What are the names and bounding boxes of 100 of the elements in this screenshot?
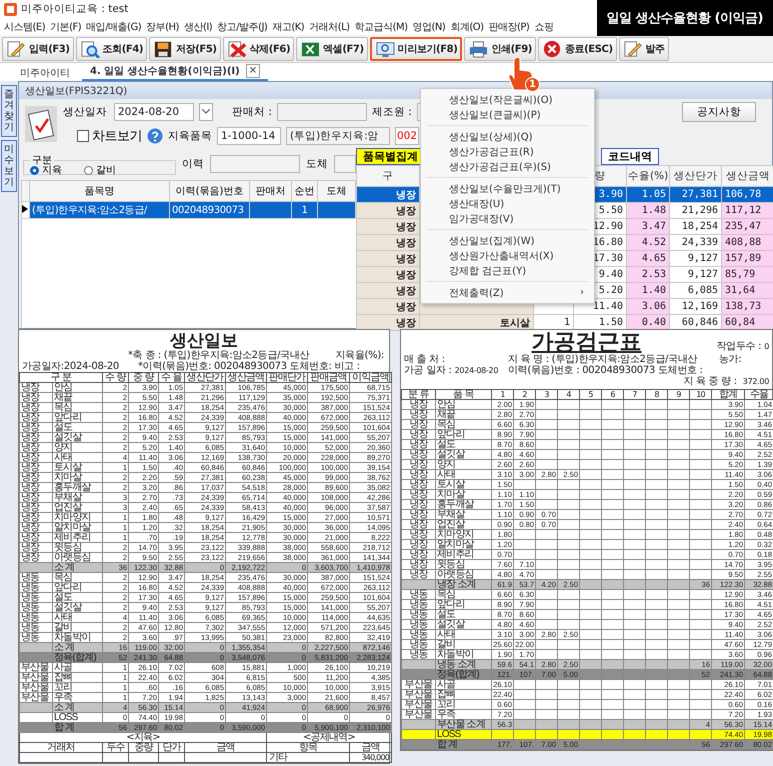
- weight-label: 지 육 중 량 :: [683, 376, 737, 386]
- table-cell[interactable]: 1.48: [626, 202, 670, 218]
- table-cell[interactable]: 6,085: [670, 282, 722, 298]
- side-tab[interactable]: 즐겨찾기: [1, 85, 17, 137]
- column-header: 구: [356, 166, 420, 186]
- menu-item[interactable]: 재고(K): [272, 20, 304, 34]
- column-header: 단가: [158, 742, 184, 752]
- notice-button[interactable]: 공지사항: [682, 102, 756, 122]
- table-cell[interactable]: 1.05: [626, 186, 670, 202]
- menu-item[interactable]: 기본(F): [50, 20, 82, 34]
- toolbar-button[interactable]: 조회(F4): [76, 36, 148, 60]
- table-cell: 기타: [266, 752, 350, 762]
- menu-item[interactable]: 장부(H): [146, 20, 179, 34]
- code-field[interactable]: 002: [395, 126, 419, 145]
- pencil-paper-icon: [622, 40, 643, 58]
- table-cell[interactable]: 27,381: [670, 186, 722, 202]
- table-cell[interactable]: 9,127: [670, 250, 722, 266]
- history-field[interactable]: [210, 155, 300, 173]
- menu-item[interactable]: 회계(O): [450, 20, 484, 34]
- date-field[interactable]: 2024-08-20: [114, 102, 194, 121]
- table-cell[interactable]: 85,79: [722, 266, 773, 282]
- printer-icon: [468, 40, 488, 58]
- column-header: 순번: [292, 180, 318, 202]
- table-cell[interactable]: 117,12: [722, 202, 773, 218]
- toolbar-button[interactable]: 엑셀(F7): [296, 36, 368, 60]
- toolbar-button[interactable]: 미리보기(F8): [370, 36, 462, 60]
- toolbar-button[interactable]: 인쇄(F9): [464, 36, 536, 60]
- menu-item[interactable]: 판매장(P): [488, 20, 530, 34]
- clipboard-icon: [25, 106, 57, 142]
- table-cell[interactable]: 2.53: [626, 266, 670, 282]
- menu-item[interactable]: 매입/매출(G): [86, 20, 142, 34]
- close-icon[interactable]: ×: [246, 64, 260, 78]
- toolbar-button[interactable]: 입력(F3): [2, 36, 74, 60]
- table-cell[interactable]: 18,254: [670, 218, 722, 234]
- table-cell: 합 계: [52, 722, 102, 732]
- menu-item[interactable]: 생산일보(큰글씨)(P): [421, 107, 594, 122]
- table-cell[interactable]: 4.65: [626, 250, 670, 266]
- table-cell[interactable]: 4.52: [626, 234, 670, 250]
- column-header: 구 분: [20, 372, 102, 382]
- table-cell[interactable]: 냉장: [356, 266, 420, 282]
- item-name-field[interactable]: (투입)한우지육:암: [286, 126, 390, 145]
- table-cell[interactable]: 냉장: [356, 218, 420, 234]
- field-label: 판매처 :: [232, 104, 272, 119]
- table-cell[interactable]: 24,339: [670, 234, 722, 250]
- tab[interactable]: 미주아이티: [12, 65, 78, 81]
- table-cell[interactable]: 21,296: [670, 202, 722, 218]
- table-cell[interactable]: 9,127: [670, 266, 722, 282]
- toolbar-button[interactable]: 삭제(F6): [222, 36, 294, 60]
- menu-item[interactable]: 생산일보(상세)(Q): [421, 129, 594, 144]
- table-cell[interactable]: 106,78: [722, 186, 773, 202]
- table-cell[interactable]: (투입)한우지육:암소2등급/: [30, 202, 170, 218]
- menu-item[interactable]: 학교급식(M): [354, 20, 408, 34]
- menu-item[interactable]: 시스템(E): [4, 20, 46, 34]
- date-label: 가공 일자 :: [404, 366, 452, 376]
- table-cell[interactable]: 157,89: [722, 250, 773, 266]
- table-cell[interactable]: 냉장: [356, 234, 420, 250]
- menu-item[interactable]: 생산(I): [184, 20, 212, 34]
- column-header: 도체: [318, 180, 356, 202]
- menu-item[interactable]: 창고/발주(J): [217, 20, 268, 34]
- field-label: 생산일자: [63, 104, 108, 119]
- table-cell[interactable]: 냉장: [356, 298, 420, 314]
- close-icon: [542, 40, 562, 58]
- table-cell[interactable]: 1.40: [626, 282, 670, 298]
- seller-field[interactable]: [276, 102, 367, 121]
- toolbar-button[interactable]: 종료(ESC): [538, 36, 617, 60]
- table-cell[interactable]: 31,64: [722, 282, 773, 298]
- column-header: 판매처: [250, 180, 292, 202]
- radio-option[interactable]: 갈비: [84, 163, 116, 177]
- column-header: 중량: [128, 742, 158, 752]
- table-cell[interactable]: 408,88: [722, 234, 773, 250]
- tab[interactable]: 코드내역: [601, 148, 659, 165]
- chart-checkbox[interactable]: 차트보기: [77, 126, 142, 145]
- carcass-field[interactable]: [334, 155, 356, 173]
- preview-icon: [374, 40, 395, 58]
- menu-item[interactable]: 쇼핑: [534, 20, 554, 34]
- column-header: 생산금액: [722, 166, 773, 186]
- table-cell[interactable]: 002048930073: [170, 202, 250, 218]
- report-title: 생산일보: [170, 330, 238, 350]
- table-cell[interactable]: 냉장: [356, 250, 420, 266]
- item-code-field[interactable]: 1-1000-14: [217, 126, 281, 145]
- table-cell[interactable]: 138,73: [722, 298, 773, 314]
- dropdown-button[interactable]: [199, 102, 213, 121]
- row-pointer-icon: [22, 204, 28, 212]
- table-cell[interactable]: 3.06: [626, 298, 670, 314]
- menu-item[interactable]: 영업(N): [412, 20, 446, 34]
- table-cell[interactable]: 냉장: [356, 202, 420, 218]
- date-value: 2024-08-20: [454, 366, 498, 376]
- side-tab[interactable]: 미수보기: [1, 140, 17, 192]
- table-cell[interactable]: 3.47: [626, 218, 670, 234]
- table-cell[interactable]: 냉장: [356, 282, 420, 298]
- table-cell[interactable]: 냉장: [356, 186, 420, 202]
- toolbar-button[interactable]: 저장(F5): [149, 36, 221, 60]
- radio-option[interactable]: 지육: [30, 163, 62, 177]
- table-cell: 340,000: [350, 752, 392, 762]
- table-cell[interactable]: 1: [292, 202, 318, 218]
- table-cell[interactable]: 12,169: [670, 298, 722, 314]
- menu-item[interactable]: 거래처(L): [309, 20, 350, 34]
- help-icon[interactable]: [147, 128, 163, 144]
- table-cell[interactable]: 235,47: [722, 218, 773, 234]
- toolbar-button[interactable]: 발주: [618, 36, 669, 60]
